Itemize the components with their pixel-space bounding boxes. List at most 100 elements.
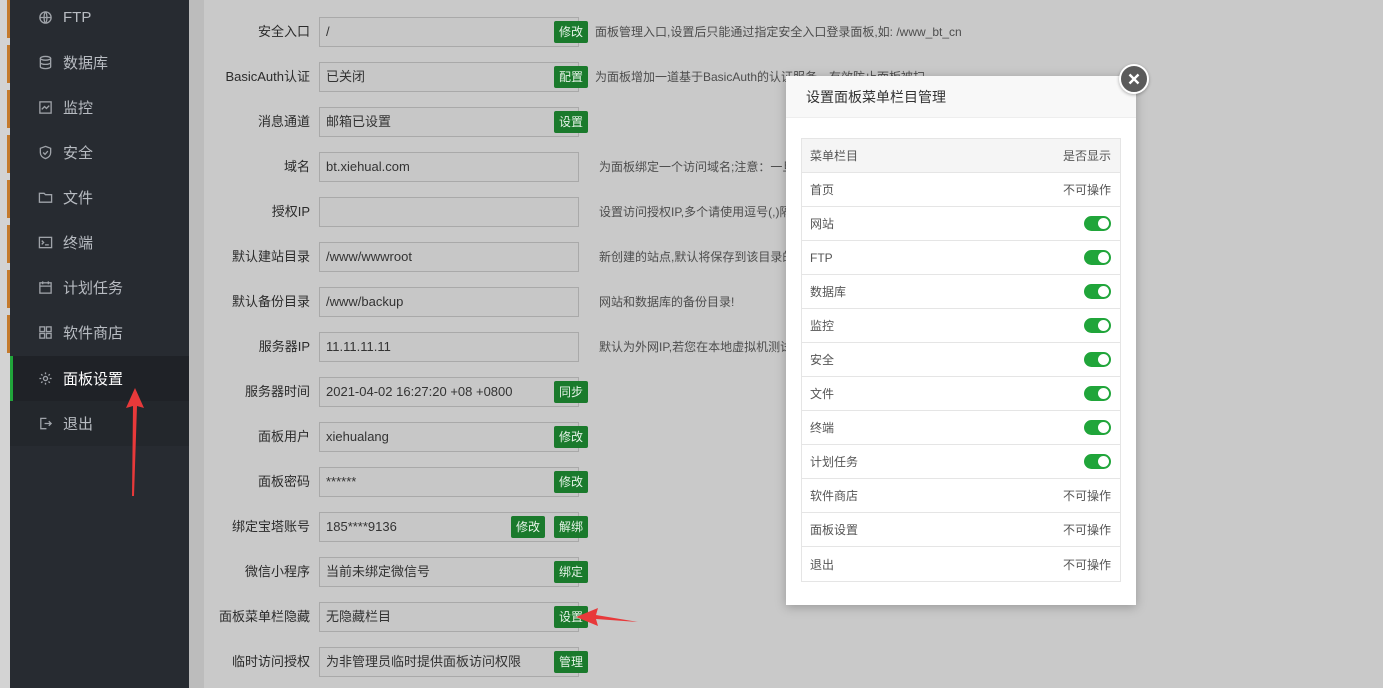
- show-toggle[interactable]: [1084, 284, 1111, 299]
- site-dir-input[interactable]: /www/wwwroot: [319, 242, 579, 272]
- setting-label: 默认备份目录: [231, 294, 310, 309]
- menu-name: 计划任务: [810, 455, 859, 469]
- sidebar-item-label: 退出: [63, 416, 94, 433]
- menu-hide-field: 无隐藏栏目: [319, 602, 579, 632]
- close-dialog-button[interactable]: [1119, 64, 1149, 94]
- menu-name: 终端: [810, 421, 835, 435]
- table-row: 安全: [802, 343, 1120, 377]
- sidebar: FTP 数据库 监控 安全 文件 终端 计划任务 软件商店 面板设置 退出: [10, 0, 189, 688]
- table-row: 终端: [802, 411, 1120, 445]
- server-ip-input[interactable]: 11.11.11.11: [319, 332, 579, 362]
- edit-button[interactable]: 修改: [554, 426, 589, 448]
- show-toggle[interactable]: [1084, 250, 1111, 265]
- temp-access-field: 为非管理员临时提供面板访问权限: [319, 647, 579, 677]
- column-header-show: 是否显示: [1062, 149, 1111, 163]
- ftp-icon: [37, 10, 53, 26]
- setting-label: 面板菜单栏隐藏: [218, 609, 310, 624]
- sidebar-item-security[interactable]: 安全: [10, 130, 189, 175]
- terminal-icon: [37, 235, 53, 251]
- table-row: 计划任务: [802, 445, 1120, 479]
- menu-name: 退出: [810, 557, 835, 572]
- setting-hint: 网站和数据库的备份目录!: [599, 295, 735, 309]
- menu-name: 首页: [810, 183, 835, 197]
- panel-user-field: xiehualang: [319, 422, 579, 452]
- setting-hint: 默认为外网IP,若您在本地虚拟机测试: [599, 340, 793, 354]
- sidebar-item-files[interactable]: 文件: [10, 175, 189, 220]
- database-icon: [37, 55, 53, 71]
- table-header: 菜单栏目 是否显示: [802, 139, 1120, 173]
- setting-label: 面板密码: [257, 474, 310, 489]
- show-toggle[interactable]: [1084, 454, 1111, 469]
- manage-button[interactable]: 管理: [554, 651, 589, 673]
- setting-label: 授权IP: [271, 204, 310, 219]
- show-toggle[interactable]: [1084, 318, 1111, 333]
- menu-manage-dialog: 设置面板菜单栏目管理 菜单栏目 是否显示 首页 不可操作 网站 FTP 数据库 …: [786, 76, 1136, 605]
- annotation-arrow-left: [576, 608, 638, 626]
- show-toggle[interactable]: [1084, 420, 1111, 435]
- calendar-icon: [37, 280, 53, 296]
- domain-input[interactable]: bt.xiehual.com: [319, 152, 579, 182]
- sidebar-item-label: 文件: [63, 190, 94, 207]
- gear-icon: [37, 371, 53, 387]
- setting-hint: 为面板绑定一个访问域名;注意：一旦: [599, 160, 795, 174]
- table-row: 监控: [802, 309, 1120, 343]
- status-text: 不可操作: [1062, 523, 1111, 537]
- monitor-icon: [37, 100, 53, 116]
- setting-label: 绑定宝塔账号: [231, 519, 310, 534]
- edit-button[interactable]: 修改: [511, 516, 546, 538]
- show-toggle[interactable]: [1084, 386, 1111, 401]
- configure-button[interactable]: 配置: [554, 66, 589, 88]
- menu-name: 网站: [810, 217, 835, 231]
- table-row: FTP: [802, 241, 1120, 275]
- menu-name: 监控: [810, 319, 835, 333]
- show-toggle[interactable]: [1084, 216, 1111, 231]
- setting-row-menu-hide: 面板菜单栏隐藏 无隐藏栏目 设置: [204, 602, 1383, 632]
- column-header-menu: 菜单栏目: [810, 149, 859, 163]
- edit-button[interactable]: 修改: [554, 21, 589, 43]
- sidebar-item-database[interactable]: 数据库: [10, 40, 189, 85]
- status-text: 不可操作: [1062, 557, 1111, 572]
- sidebar-item-terminal[interactable]: 终端: [10, 220, 189, 265]
- sidebar-item-ftp[interactable]: FTP: [10, 0, 189, 40]
- backup-dir-input[interactable]: /www/backup: [319, 287, 579, 317]
- panel-password-field: ******: [319, 467, 579, 497]
- annotation-arrow-up: [126, 388, 144, 496]
- folder-icon: [37, 190, 53, 206]
- setting-label: 安全入口: [257, 24, 310, 39]
- sidebar-item-label: 安全: [63, 145, 94, 162]
- sidebar-item-store[interactable]: 软件商店: [10, 310, 189, 355]
- status-text: 不可操作: [1062, 183, 1111, 197]
- menu-name: 数据库: [810, 285, 847, 299]
- table-row: 数据库: [802, 275, 1120, 309]
- set-button[interactable]: 设置: [554, 111, 589, 133]
- sidebar-item-panel-settings[interactable]: 面板设置: [10, 356, 189, 401]
- close-icon: [1128, 73, 1140, 85]
- setting-label: 服务器时间: [244, 384, 310, 399]
- sidebar-item-logout[interactable]: 退出: [10, 401, 189, 446]
- sidebar-item-monitor[interactable]: 监控: [10, 85, 189, 130]
- setting-label: 消息通道: [257, 114, 310, 129]
- sync-button[interactable]: 同步: [554, 381, 589, 403]
- authorized-ip-input[interactable]: [319, 197, 579, 227]
- setting-label: 服务器IP: [258, 339, 310, 354]
- basicauth-field[interactable]: 已关闭: [319, 62, 579, 92]
- table-row: 软件商店 不可操作: [802, 479, 1120, 513]
- message-channel-field[interactable]: 邮箱已设置: [319, 107, 579, 137]
- table-row: 首页 不可操作: [802, 173, 1120, 207]
- table-row: 面板设置 不可操作: [802, 513, 1120, 547]
- setting-hint: 面板管理入口,设置后只能通过指定安全入口登录面板,如: /www_bt_cn: [595, 25, 962, 39]
- edit-button[interactable]: 修改: [554, 471, 589, 493]
- bind-button[interactable]: 绑定: [554, 561, 589, 583]
- security-entry-field[interactable]: /: [319, 17, 579, 47]
- sidebar-item-cron[interactable]: 计划任务: [10, 265, 189, 310]
- setting-label: 默认建站目录: [231, 249, 310, 264]
- logout-icon: [37, 416, 53, 432]
- setting-hint: 新创建的站点,默认将保存到该目录的: [599, 250, 795, 264]
- sidebar-item-label: 监控: [63, 100, 94, 117]
- unbind-button[interactable]: 解绑: [554, 516, 589, 538]
- show-toggle[interactable]: [1084, 352, 1111, 367]
- setting-label: 面板用户: [257, 429, 310, 444]
- setting-label: 域名: [283, 159, 310, 174]
- setting-label: BasicAuth认证: [225, 69, 310, 84]
- menu-name: 面板设置: [810, 523, 859, 537]
